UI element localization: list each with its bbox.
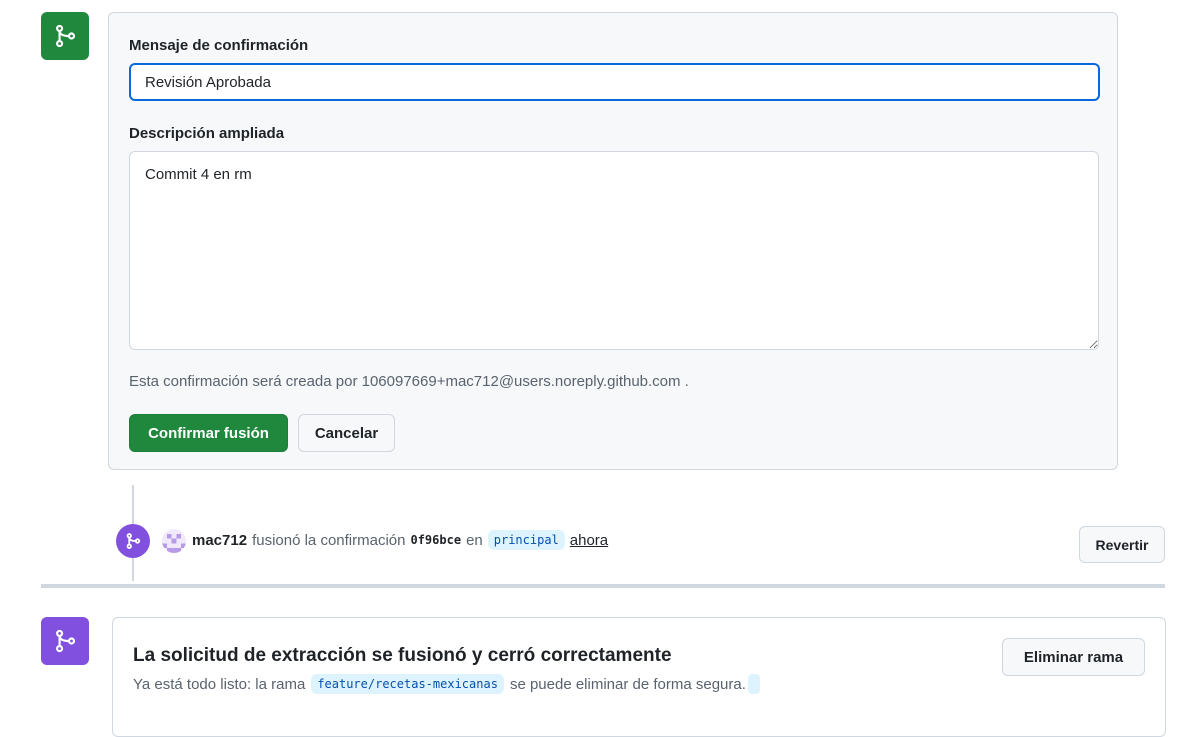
cancel-button[interactable]: Cancelar [298,414,395,452]
copy-branch-stub [747,674,760,694]
event-user-link[interactable]: mac712 [192,532,247,549]
event-action-text: fusionó la confirmación [252,531,406,549]
head-branch-label[interactable]: feature/recetas-mexicanas [311,674,504,694]
subtitle-prefix: Ya está todo listo: la rama [133,675,306,693]
commit-message-input[interactable] [129,63,1100,101]
git-merge-icon [41,617,89,665]
extended-description-textarea[interactable]: Commit 4 en rm [129,151,1099,350]
git-merge-icon [116,524,150,558]
timeline-divider [41,584,1165,588]
git-merge-icon [41,12,89,60]
merged-status-subtitle: Ya está todo listo: la rama feature/rece… [133,674,760,694]
event-preposition: en [466,531,483,549]
merge-commit-form: Mensaje de confirmación Descripción ampl… [108,12,1118,470]
commit-sha-link[interactable]: 0f96bce [410,533,461,547]
user-avatar[interactable] [162,529,186,553]
target-branch-label[interactable]: principal [487,530,565,550]
merge-event: mac712 fusionó la confirmación 0f96bce e… [192,530,608,550]
extended-description-label: Descripción ampliada [129,125,285,142]
merged-status-title: La solicitud de extracción se fusionó y … [133,645,672,666]
confirm-merge-button[interactable]: Confirmar fusión [129,414,288,452]
delete-branch-button[interactable]: Eliminar rama [1002,638,1145,676]
commit-message-label: Mensaje de confirmación [129,37,309,54]
revert-button[interactable]: Revertir [1079,526,1165,563]
commit-author-note: Esta confirmación será creada por 106097… [129,373,689,390]
subtitle-suffix: se puede eliminar de forma segura. [509,675,746,693]
merged-status-box: La solicitud de extracción se fusionó y … [112,617,1166,737]
event-time-link[interactable]: ahora [570,532,608,549]
